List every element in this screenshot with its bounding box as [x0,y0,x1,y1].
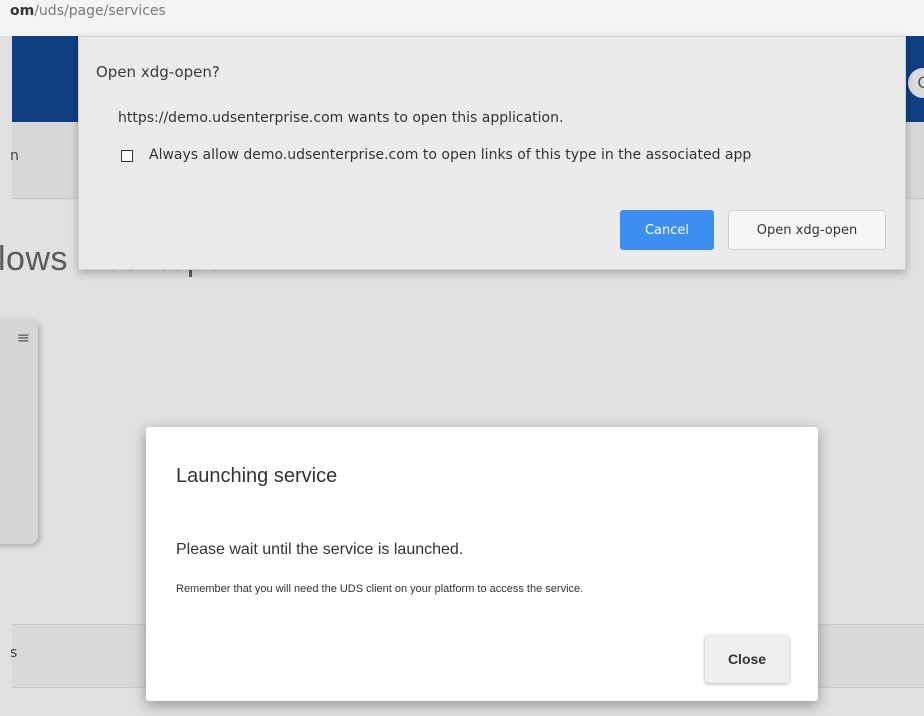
section-label-partial: s [10,645,18,661]
nav-item-partial[interactable]: n [10,148,19,164]
service-card[interactable]: ≡ [0,320,38,544]
launch-modal-message: Please wait until the service is launche… [176,541,464,558]
always-allow-checkbox[interactable] [121,150,133,162]
cancel-button[interactable]: Cancel [620,210,714,250]
user-avatar[interactable]: C [908,68,924,98]
always-allow-label[interactable]: Always allow demo.udsenterprise.com to o… [149,147,751,163]
url-path: /uds/page/services [34,3,166,19]
xdg-dialog-title: Open xdg-open? [96,63,220,81]
xdg-open-dialog: Open xdg-open? https://demo.udsenterpris… [78,36,906,270]
address-bar[interactable]: om/uds/page/services [0,0,924,36]
close-button[interactable]: Close [705,635,789,683]
xdg-dialog-message: https://demo.udsenterprise.com wants to … [118,110,564,126]
launching-service-modal: Launching service Please wait until the … [146,427,818,701]
launch-modal-note: Remember that you will need the UDS clie… [176,583,584,595]
url-text: om/uds/page/services [10,3,166,19]
launch-modal-title: Launching service [176,465,338,487]
open-xdg-open-button[interactable]: Open xdg-open [728,210,886,250]
menu-icon[interactable]: ≡ [17,328,30,347]
url-domain-fragment: om [10,3,35,19]
